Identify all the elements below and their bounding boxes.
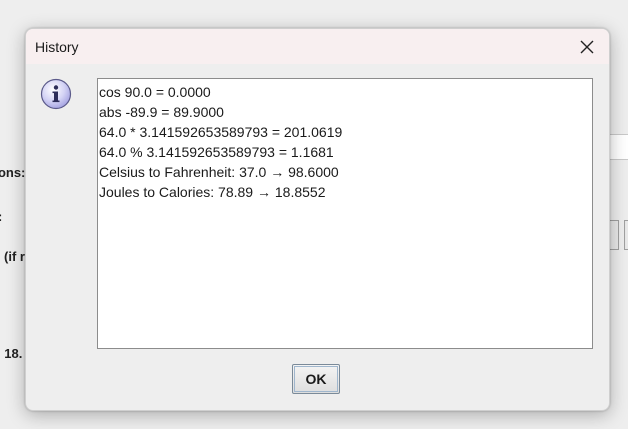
history-line: Joules to Calories: 78.89 → 18.8552 xyxy=(99,184,326,200)
close-icon xyxy=(580,40,594,54)
ok-button[interactable]: OK xyxy=(292,364,340,394)
history-text-area[interactable]: cos 90.0 = 0.0000 abs -89.9 = 89.9000 64… xyxy=(97,78,593,349)
close-button[interactable] xyxy=(565,29,609,64)
background-label-fragment: : xyxy=(0,209,2,224)
background-label-fragment: t: 18. xyxy=(0,346,23,361)
history-dialog: History cos 90.0 = 0.0000 abs -89.9 = 89… xyxy=(25,28,610,411)
dialog-titlebar: History xyxy=(26,29,609,64)
history-line: Celsius to Fahrenheit: 37.0 → 98.6000 xyxy=(99,164,339,180)
background-button xyxy=(609,220,619,250)
history-line: 64.0 * 3.141592653589793 = 201.0619 xyxy=(99,124,343,140)
info-icon xyxy=(40,78,72,110)
dialog-title: History xyxy=(35,39,79,55)
history-line: cos 90.0 = 0.0000 xyxy=(99,84,211,100)
background-label-fragment: :ions: xyxy=(0,165,26,180)
background-button xyxy=(624,220,628,250)
history-line: 64.0 % 3.141592653589793 = 1.1681 xyxy=(99,144,334,160)
background-label-fragment: (if r xyxy=(4,249,25,264)
history-line: abs -89.9 = 89.9000 xyxy=(99,104,224,120)
